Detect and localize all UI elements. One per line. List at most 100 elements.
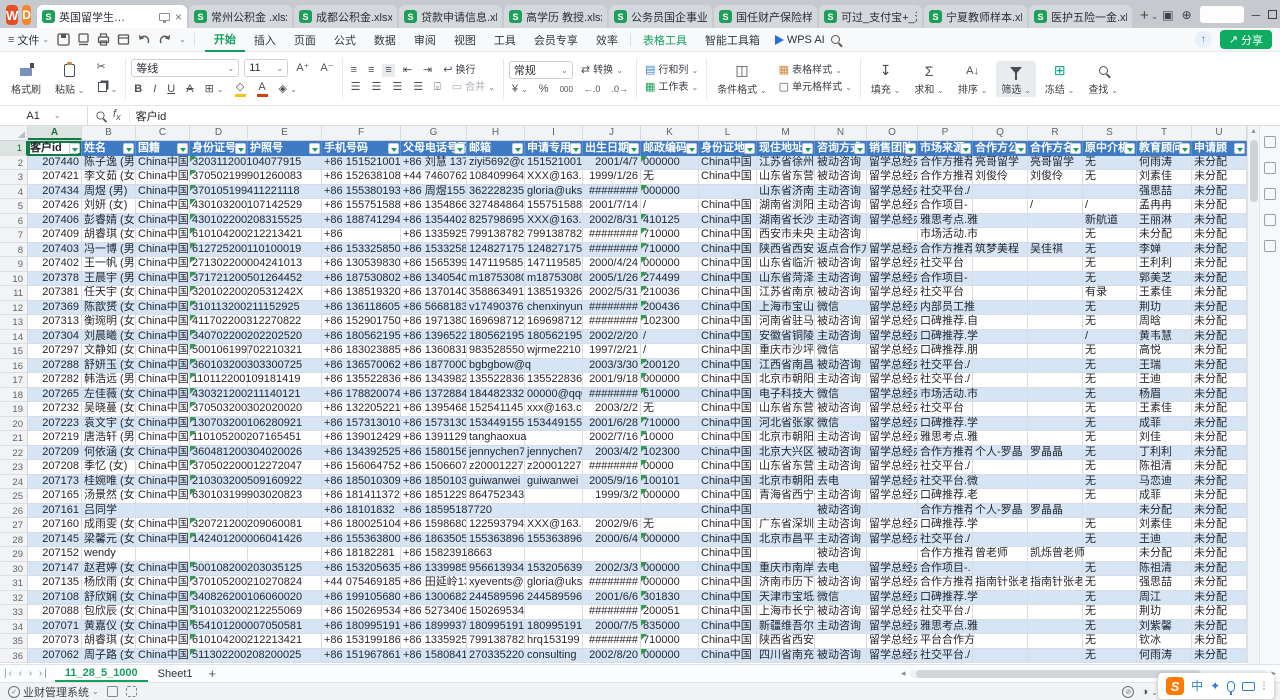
row-number[interactable]: 25 [0,489,28,504]
cell[interactable]: 主动咨询 [815,228,867,243]
cell[interactable]: 00000 [641,460,699,475]
cell[interactable]: China中国 [136,446,190,461]
cell[interactable]: 未分配 [1192,504,1247,519]
cell[interactable]: +86 139012429 [322,431,401,446]
cell[interactable]: 371721200501264452 [190,272,248,287]
cell[interactable]: 110112200109181419 [190,373,248,388]
cell[interactable]: 山东省东营 [757,460,815,475]
cell[interactable]: 留学总经办 [867,156,918,171]
cell[interactable]: 210036 [641,286,699,301]
cell[interactable]: 被动咨询 [815,504,867,519]
cell[interactable]: 360103200303300725 [190,359,248,374]
cell[interactable]: 去电 [815,562,867,577]
cell[interactable]: 1997/2/21 [583,344,641,359]
header-cell[interactable]: 国籍 [136,141,190,156]
row-number[interactable]: 29 [0,547,28,562]
cell[interactable]: China中国 [136,460,190,475]
cell[interactable]: 主动咨询 [815,185,867,200]
cell[interactable]: 上海市长宁 [757,605,815,620]
cell[interactable]: China中国 [699,446,757,461]
cell[interactable]: 主动咨询 [815,518,867,533]
file-tab[interactable]: S贷款申请信息.xlsx [399,5,502,28]
row-number[interactable]: 2 [0,156,28,171]
cell[interactable]: 被动咨询 [815,156,867,171]
cell[interactable]: 000000 [641,489,699,504]
cell[interactable]: 207160 [28,518,82,533]
cell[interactable]: 207313 [28,315,82,330]
cell[interactable]: 未分配 [1192,301,1247,316]
cell[interactable]: 370502200012272047 [190,460,248,475]
cell[interactable]: 任天宇 (女) [82,286,136,301]
cell[interactable]: 口碑推荐.学 [918,518,973,533]
column-letter[interactable]: R [1028,126,1083,140]
cell[interactable]: 被动咨询 [815,649,867,664]
cell[interactable]: 被动咨询 [815,446,867,461]
cell[interactable] [973,286,1028,301]
cell[interactable]: +86 152638108 [322,170,401,185]
cell[interactable]: 未分配 [1137,504,1192,519]
cell[interactable]: +86 18101832 [322,504,401,519]
cell[interactable]: 124827175 [525,243,583,258]
cell[interactable]: China中国 [136,373,190,388]
cell[interactable]: 刘素佳 [1137,170,1192,185]
cell[interactable]: 舒欣娴 (女) [82,591,136,606]
cell[interactable] [1028,634,1083,649]
cell[interactable]: 安徽省铜陵 [757,330,815,345]
filter-dropdown-button[interactable] [454,143,465,154]
restore-button[interactable] [1268,10,1277,19]
cell[interactable]: 广东省深圳 [757,518,815,533]
cell[interactable]: 未分配 [1192,315,1247,330]
header-cell[interactable]: 原中介机 [1083,141,1137,156]
cell[interactable]: +86 15986802314 [401,518,467,533]
new-tab-button[interactable]: + [1140,7,1149,24]
cell[interactable]: China中国 [136,649,190,664]
cell[interactable]: ######## [583,243,641,258]
cell[interactable]: +86 18635050001 [401,533,467,548]
cell[interactable]: 江苏省南京 [757,286,815,301]
cell[interactable]: 207147 [28,562,82,577]
cell[interactable]: +86 187530802 [322,272,401,287]
panel-icon[interactable] [1264,214,1276,226]
cell[interactable]: 411702200312270822 [190,315,248,330]
cell[interactable]: 207145 [28,533,82,548]
cell[interactable]: +86 15823918663 [401,547,467,562]
cell[interactable] [525,547,583,562]
cell[interactable]: 207108 [28,591,82,606]
sheet-tab[interactable]: Sheet1 [148,665,203,682]
worksheet-button[interactable]: ▦ 工作表 ⌄ [642,81,701,94]
cell[interactable]: 丁利利 [1137,446,1192,461]
row-number[interactable]: 6 [0,214,28,229]
cell[interactable]: 主动咨询 [815,489,867,504]
cell[interactable]: / [1083,330,1137,345]
row-number[interactable]: 10 [0,272,28,287]
cell[interactable]: 983528550 [467,344,525,359]
cell[interactable]: hrq153199 [525,634,583,649]
cell[interactable]: wjrme2210 [525,344,583,359]
cell[interactable]: 黄嘉仪 (女) [82,620,136,635]
column-letter[interactable]: P [918,126,973,140]
cell[interactable]: 山东省济南 [757,185,815,200]
sheet-nav-arrows[interactable]: |‹ ‹ › ›| [4,668,49,679]
header-cell[interactable]: 合作方公 [973,141,1028,156]
cell[interactable]: 未分配 [1192,402,1247,417]
filter-dropdown-button[interactable] [570,143,581,154]
table-style-button[interactable]: ▦ 表格样式 ⌄ [776,64,845,77]
cell[interactable]: xyevents@ [467,576,525,591]
cell[interactable]: 32010220020531242X [190,286,248,301]
cell[interactable]: China中国 [699,388,757,403]
decrease-font-button[interactable]: A⁻ [317,62,336,75]
cell[interactable]: 无 [1083,170,1137,185]
cell[interactable]: 未分配 [1192,620,1247,635]
cell[interactable] [641,547,699,562]
cell[interactable]: 无 [1083,257,1137,272]
cell[interactable]: 留学总经办 [867,649,918,664]
cell[interactable]: +86 18501030985 [401,475,467,490]
cell[interactable]: China中国 [136,576,190,591]
cell[interactable]: China中国 [136,330,190,345]
cell[interactable]: +86 153205635 [322,562,401,577]
cell[interactable]: 10000 [641,431,699,446]
account-box[interactable] [1200,6,1244,23]
header-cell[interactable]: 现住地址 [757,141,815,156]
vertical-scroll-thumb[interactable] [1250,140,1258,202]
cell[interactable]: China中国 [699,214,757,229]
